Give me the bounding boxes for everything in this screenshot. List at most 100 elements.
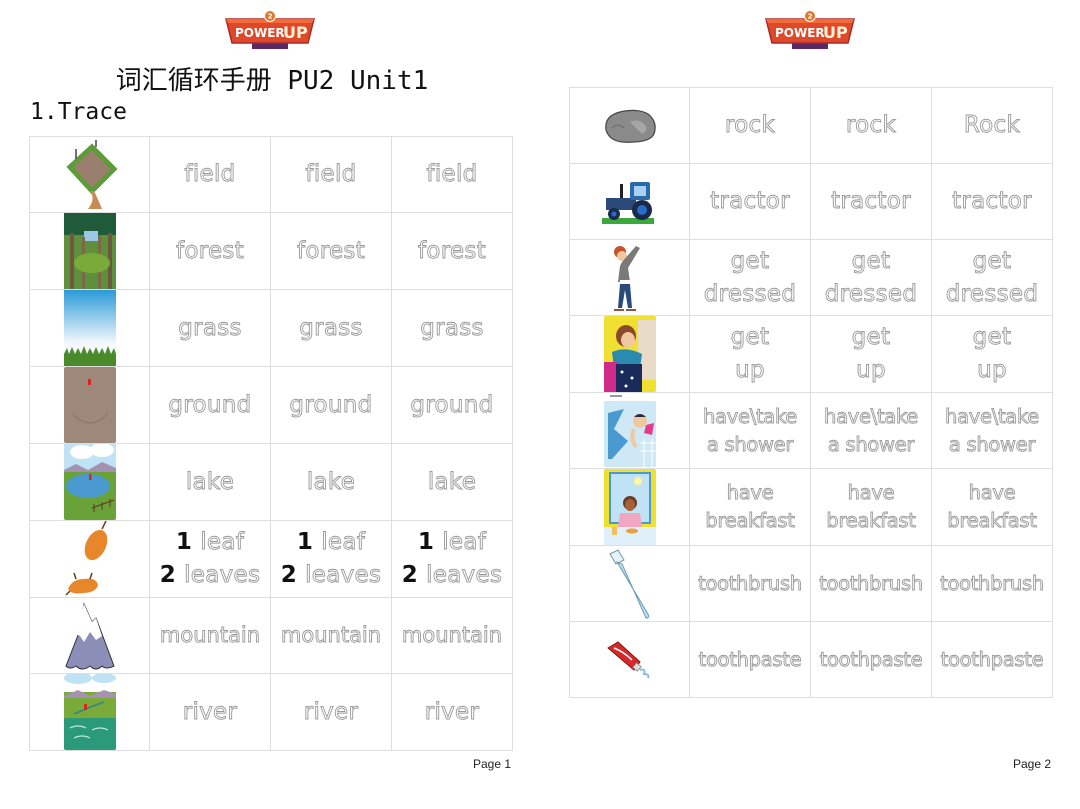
trace-word: have\take a shower <box>690 403 810 458</box>
trace-cell: toothbrush <box>931 545 1053 622</box>
trace-cell: field <box>149 136 271 213</box>
svg-text:POWER: POWER <box>775 26 825 40</box>
trace-line-1: get <box>851 247 891 274</box>
trace-cell: grass <box>270 289 392 367</box>
shower-icon <box>570 394 689 467</box>
trace-word: field <box>184 161 236 188</box>
document-title: 词汇循环手册 PU2 Unit1 <box>115 66 429 96</box>
trace-cell: rock <box>689 87 811 164</box>
trace-cell: river <box>270 673 392 751</box>
table-row: toothbrush toothbrush toothbrush <box>569 545 1053 622</box>
forest-icon <box>30 213 149 289</box>
trace-line-1: have\take <box>945 404 1040 428</box>
trace-line-2: breakfast <box>705 509 795 533</box>
trace-word: 1 leaf 2 leaves <box>150 526 270 591</box>
trace-line-1: have <box>968 481 1016 505</box>
trace-word: toothpaste <box>819 647 923 671</box>
table-row: field field field <box>29 136 513 213</box>
trace-cell: tractor <box>931 163 1053 240</box>
trace-word: grass <box>178 314 242 341</box>
table-row: toothpaste toothpaste toothpaste <box>569 621 1053 698</box>
trace-cell: toothpaste <box>931 621 1053 698</box>
trace-word: toothpaste <box>940 647 1044 671</box>
trace-word: lake <box>185 468 235 495</box>
trace-cell: river <box>391 673 513 751</box>
trace-cell: river <box>149 673 271 751</box>
trace-word: forest <box>417 237 487 264</box>
trace-table: rock rock Rock tractor tractor tractor get dres… <box>569 87 1053 698</box>
trace-word: have breakfast <box>932 479 1052 534</box>
trace-cell: toothbrush <box>689 545 811 622</box>
trace-line-1: have\take <box>703 404 798 428</box>
trace-line-2: up <box>735 357 765 384</box>
field-icon <box>30 139 149 211</box>
trace-line-1: get <box>730 247 770 274</box>
picture-cell <box>29 443 150 521</box>
trace-word: Rock <box>963 112 1021 139</box>
table-row: get dressed get dressed get dressed <box>569 239 1053 316</box>
picture-cell <box>569 545 690 622</box>
svg-text:POWER: POWER <box>235 26 285 40</box>
trace-line-2: 2 leaves <box>401 562 503 589</box>
trace-word: get dressed <box>690 245 810 310</box>
trace-word: get dressed <box>811 245 931 310</box>
picture-cell <box>29 520 150 598</box>
trace-word: tractor <box>952 188 1032 215</box>
trace-word: field <box>426 161 478 188</box>
table-row: tractor tractor tractor <box>569 163 1053 240</box>
trace-cell: get dressed <box>689 239 811 316</box>
trace-cell: get dressed <box>931 239 1053 316</box>
trace-word: mountain <box>280 622 382 647</box>
trace-word: 1 leaf 2 leaves <box>271 526 391 591</box>
trace-word: lake <box>306 468 356 495</box>
trace-cell: grass <box>391 289 513 367</box>
trace-line-2: breakfast <box>826 509 916 533</box>
grass-icon <box>30 290 149 366</box>
trace-word: tractor <box>710 188 790 215</box>
trace-line-1: have <box>847 481 895 505</box>
trace-word: field <box>305 161 357 188</box>
trace-cell: get up <box>689 315 811 393</box>
trace-line-1: get <box>972 324 1012 351</box>
power-up-logo: 2 POWER UP <box>762 9 858 53</box>
leaf-icon <box>30 521 149 597</box>
trace-word: toothbrush <box>940 571 1045 595</box>
trace-word: tractor <box>831 188 911 215</box>
get-up-icon <box>570 316 689 392</box>
trace-cell: mountain <box>270 597 392 674</box>
picture-cell <box>29 597 150 674</box>
picture-cell <box>29 136 150 213</box>
trace-line-1: get <box>730 324 770 351</box>
table-row: mountain mountain mountain <box>29 597 513 674</box>
svg-text:UP: UP <box>823 23 848 42</box>
page-number: Page 1 <box>473 757 512 771</box>
trace-line-1: 1 leaf <box>417 529 487 556</box>
trace-cell: have breakfast <box>931 468 1053 546</box>
svg-text:2: 2 <box>808 13 813 21</box>
trace-word: ground <box>410 391 494 418</box>
trace-word: ground <box>168 391 252 418</box>
trace-line-1: get <box>972 247 1012 274</box>
page-number: Page 2 <box>1013 757 1052 771</box>
trace-line-1: 1 leaf <box>296 529 366 556</box>
trace-cell: Rock <box>931 87 1053 164</box>
table-row: have breakfast have breakfast have breakfast <box>569 468 1053 546</box>
breakfast-icon <box>570 469 689 545</box>
table-row: rock rock Rock <box>569 87 1053 164</box>
trace-word: river <box>303 698 359 725</box>
count-number: 1 <box>417 529 435 556</box>
trace-cell: forest <box>270 212 392 290</box>
trace-cell: grass <box>149 289 271 367</box>
trace-word: rock <box>724 112 776 139</box>
river-icon <box>30 674 149 750</box>
trace-word: get up <box>811 321 931 386</box>
tractor-icon <box>570 178 689 226</box>
trace-cell: field <box>270 136 392 213</box>
picture-cell <box>29 289 150 367</box>
trace-cell: have\take a shower <box>931 392 1053 469</box>
picture-cell <box>29 673 150 751</box>
trace-word: get up <box>932 321 1052 386</box>
picture-cell <box>569 621 690 698</box>
trace-line-1: have <box>726 481 774 505</box>
trace-cell: get up <box>810 315 932 393</box>
